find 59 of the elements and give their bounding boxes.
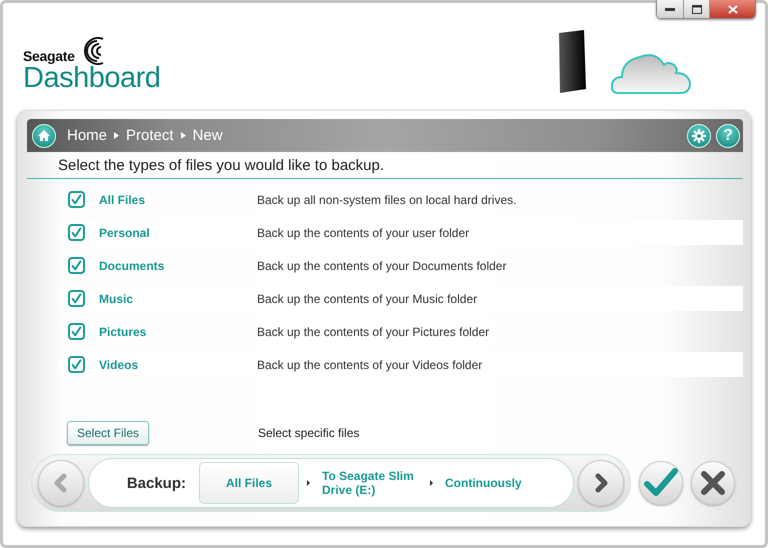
file-type-description: Back up all non-system files on local hard drives. (257, 192, 516, 206)
maximize-button[interactable] (684, 0, 710, 18)
file-type-description: Back up the contents of your Videos folder (257, 358, 482, 372)
breadcrumb-link[interactable]: New (192, 127, 223, 144)
file-type-description: Back up the contents of your Music folder (257, 292, 478, 306)
breadcrumb-link[interactable]: Protect (126, 127, 174, 144)
file-type-name: All Files (99, 192, 146, 206)
home-button[interactable] (32, 124, 56, 148)
caret-icon (180, 132, 186, 139)
help-button[interactable]: ? (716, 124, 740, 148)
check-icon (70, 192, 83, 206)
checkbox[interactable] (68, 257, 85, 274)
check-icon (70, 324, 83, 338)
file-type-description: Back up the contents of your user folder (257, 226, 470, 240)
close-button[interactable] (710, 0, 755, 18)
file-type-name: Personal (99, 226, 151, 240)
caret-icon (114, 132, 120, 139)
checkbox[interactable] (68, 224, 85, 241)
caret-icon (430, 480, 433, 486)
backup-label: Backup: (126, 474, 186, 492)
confirm-button[interactable] (639, 461, 683, 505)
check-icon (70, 292, 83, 306)
settings-icon (692, 128, 706, 142)
home-icon (37, 129, 51, 142)
minimize-button[interactable] (657, 0, 684, 18)
check-icon (644, 468, 678, 498)
file-type-description: Back up the contents of your Documents folder (257, 258, 506, 272)
file-type-name: Pictures (99, 324, 148, 338)
back-button[interactable] (38, 460, 84, 506)
next-button[interactable] (578, 460, 624, 506)
backup-step[interactable]: To Seagate Slim Drive (E:) (322, 469, 422, 497)
brand-name: Seagate (23, 48, 75, 64)
checkbox[interactable] (68, 290, 85, 307)
instruction-text: Select the types of files you would like to backup. (57, 156, 386, 176)
file-type-name: Documents (99, 258, 166, 272)
close-icon (700, 470, 726, 496)
close-icon (728, 4, 738, 14)
checkbox[interactable] (68, 323, 85, 340)
backup-step[interactable]: All Files (199, 462, 299, 504)
file-type-name: Music (99, 292, 134, 306)
back-icon (53, 472, 69, 494)
select-files-description: Select specific files (258, 426, 360, 440)
settings-button[interactable] (687, 124, 711, 148)
file-type-name: Videos (99, 358, 140, 372)
backup-step[interactable]: Continuously (445, 476, 522, 490)
check-icon (70, 226, 83, 240)
next-icon (593, 472, 609, 494)
checkbox[interactable] (68, 191, 85, 208)
check-icon (70, 258, 83, 272)
minimize-icon (665, 7, 675, 11)
cancel-button[interactable] (691, 461, 735, 505)
caret-icon (307, 480, 310, 486)
check-icon (70, 358, 83, 372)
product-name: Dashboard (23, 63, 160, 93)
file-type-description: Back up the contents of your Pictures folder (257, 324, 490, 338)
checkbox[interactable] (68, 356, 85, 373)
breadcrumb-link[interactable]: Home (67, 127, 108, 144)
maximize-icon (692, 4, 702, 14)
select-files-button[interactable]: Select Files (67, 421, 149, 445)
